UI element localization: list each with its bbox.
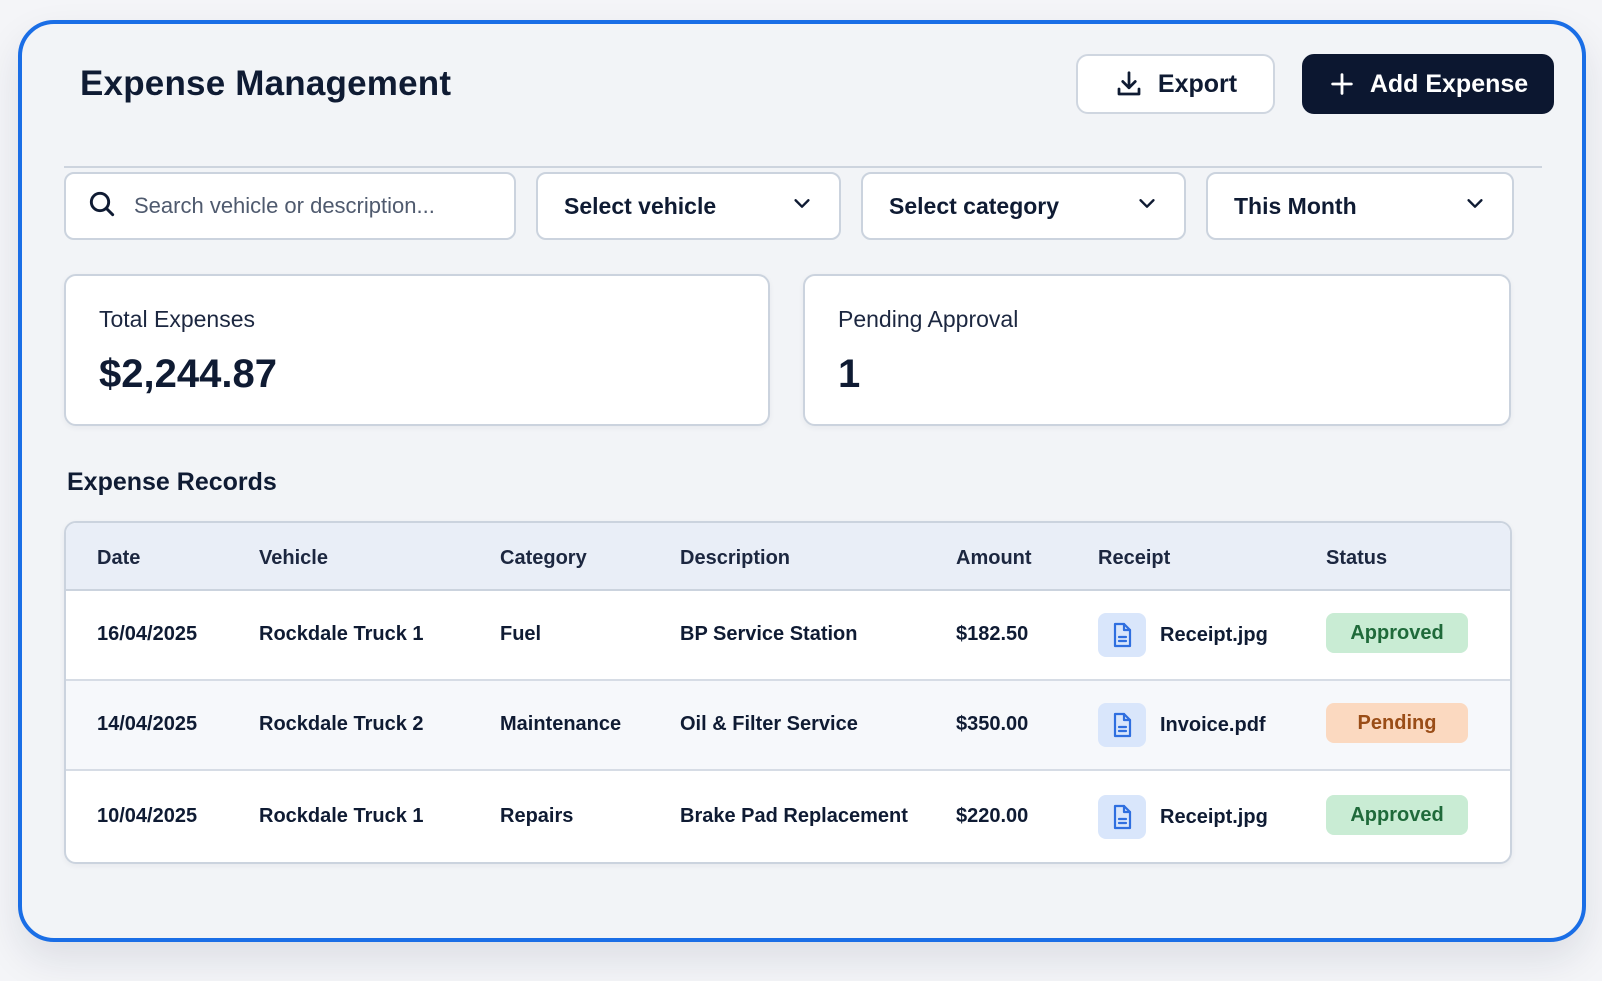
column-header-status[interactable]: Status (1326, 547, 1387, 570)
file-icon[interactable] (1098, 613, 1146, 657)
receipt-filename[interactable]: Receipt.jpg (1160, 624, 1268, 647)
search-icon (86, 188, 118, 225)
app-window: Expense Management Export Add Expense Se… (18, 20, 1586, 942)
chevron-down-icon (1464, 192, 1486, 220)
column-header-date[interactable]: Date (97, 547, 140, 570)
cell-date: 14/04/2025 (97, 713, 198, 735)
total-expenses-card: Total Expenses $2,244.87 (64, 274, 770, 426)
chevron-down-icon (1136, 192, 1158, 220)
category-select-value: Select category (889, 192, 1060, 219)
cell-category: Fuel (500, 623, 542, 645)
period-select-value: This Month (1234, 192, 1357, 219)
content: Expense Management Export Add Expense Se… (64, 24, 1554, 938)
receipt-filename[interactable]: Invoice.pdf (1160, 714, 1266, 737)
total-expenses-label: Total Expenses (99, 306, 255, 332)
chevron-down-icon (791, 192, 813, 220)
expense-records-title: Expense Records (67, 468, 277, 496)
category-select[interactable]: Select category (861, 172, 1186, 240)
total-expenses-value: $2,244.87 (99, 352, 277, 396)
expense-table: Date Vehicle Category Description Amount… (64, 521, 1512, 864)
cell-amount: $220.00 (956, 805, 1029, 827)
status-badge: Approved (1326, 613, 1468, 653)
cell-description: BP Service Station (680, 623, 858, 645)
file-icon[interactable] (1098, 795, 1146, 839)
cell-description: Brake Pad Replacement (680, 805, 908, 827)
vehicle-select-value: Select vehicle (564, 192, 717, 219)
cell-amount: $182.50 (956, 623, 1029, 645)
header-divider (64, 166, 1542, 168)
pending-approval-label: Pending Approval (838, 306, 1019, 332)
cell-vehicle: Rockdale Truck 2 (259, 713, 424, 735)
page-title: Expense Management (80, 64, 452, 103)
header: Expense Management Export Add Expense (64, 54, 1554, 168)
period-select[interactable]: This Month (1206, 172, 1514, 240)
cell-date: 10/04/2025 (97, 805, 198, 827)
table-row[interactable]: 10/04/2025 Rockdale Truck 1 Repairs Brak… (66, 773, 1510, 862)
export-button[interactable]: Export (1076, 54, 1275, 114)
receipt-link[interactable]: Invoice.pdf (1098, 703, 1266, 747)
column-header-vehicle[interactable]: Vehicle (259, 547, 328, 570)
cell-vehicle: Rockdale Truck 1 (259, 623, 424, 645)
column-header-amount[interactable]: Amount (956, 547, 1032, 570)
add-expense-button[interactable]: Add Expense (1302, 54, 1554, 114)
cell-vehicle: Rockdale Truck 1 (259, 805, 424, 827)
vehicle-select[interactable]: Select vehicle (536, 172, 841, 240)
plus-icon (1328, 70, 1356, 98)
filter-bar: Select vehicle Select category This Mont… (64, 172, 1542, 240)
table-header: Date Vehicle Category Description Amount… (66, 523, 1510, 591)
search-input[interactable] (134, 193, 494, 219)
pending-approval-value: 1 (838, 352, 861, 396)
export-button-label: Export (1157, 69, 1238, 98)
table-row[interactable]: 14/04/2025 Rockdale Truck 2 Maintenance … (66, 681, 1510, 771)
column-header-category[interactable]: Category (500, 547, 587, 570)
status-badge: Approved (1326, 795, 1468, 835)
add-expense-button-label: Add Expense (1369, 69, 1529, 98)
status-badge: Pending (1326, 703, 1468, 743)
cell-date: 16/04/2025 (97, 623, 198, 645)
column-header-receipt[interactable]: Receipt (1098, 547, 1170, 570)
receipt-filename[interactable]: Receipt.jpg (1160, 806, 1268, 829)
cell-category: Repairs (500, 805, 574, 827)
file-icon[interactable] (1098, 703, 1146, 747)
cell-description: Oil & Filter Service (680, 713, 858, 735)
column-header-description[interactable]: Description (680, 547, 790, 570)
table-row[interactable]: 16/04/2025 Rockdale Truck 1 Fuel BP Serv… (66, 591, 1510, 681)
search-field[interactable] (64, 172, 516, 240)
pending-approval-card: Pending Approval 1 (803, 274, 1511, 426)
cell-amount: $350.00 (956, 713, 1029, 735)
receipt-link[interactable]: Receipt.jpg (1098, 613, 1268, 657)
cell-category: Maintenance (500, 713, 622, 735)
download-icon (1114, 69, 1144, 99)
receipt-link[interactable]: Receipt.jpg (1098, 795, 1268, 839)
